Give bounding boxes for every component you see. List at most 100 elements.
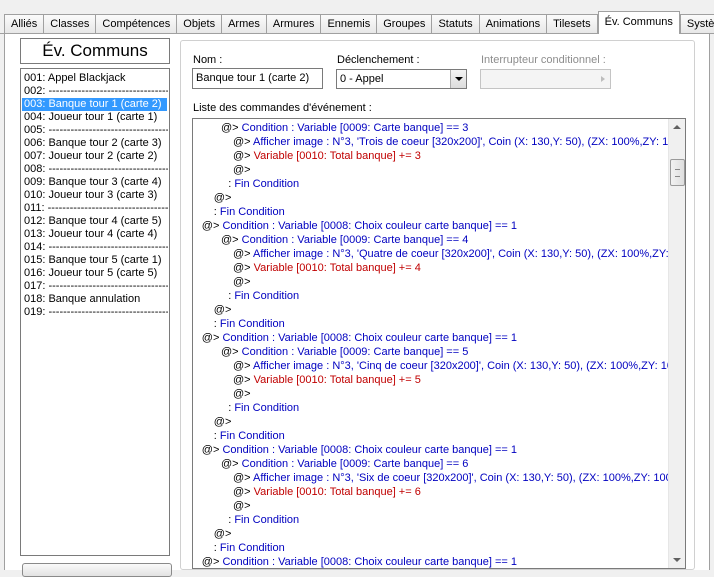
list-item[interactable]: 013: Joueur tour 4 (carte 4) bbox=[22, 228, 168, 241]
command-text: Afficher image : N°3, 'Quatre de coeur [… bbox=[253, 248, 669, 260]
scroll-up-icon[interactable] bbox=[669, 119, 685, 136]
chevron-down-icon[interactable] bbox=[450, 70, 466, 88]
list-item[interactable]: 019: -----------------------------------… bbox=[22, 306, 168, 319]
list-item[interactable]: 017: -----------------------------------… bbox=[22, 280, 168, 293]
list-item[interactable]: 016: Joueur tour 5 (carte 5) bbox=[22, 267, 168, 280]
list-item[interactable]: 006: Banque tour 2 (carte 3) bbox=[22, 137, 168, 150]
change-max-button[interactable] bbox=[22, 563, 172, 577]
command-row[interactable]: @> bbox=[214, 415, 232, 429]
command-text: Condition : Variable [0009: Carte banque… bbox=[241, 234, 469, 246]
command-row[interactable]: : Fin Condition bbox=[228, 289, 299, 303]
command-row[interactable]: @> Afficher image : N°3, 'Trois de coeur… bbox=[233, 135, 669, 149]
command-text: Fin Condition bbox=[219, 542, 285, 554]
list-item[interactable]: 012: Banque tour 4 (carte 5) bbox=[22, 215, 168, 228]
tab-9[interactable]: Animations bbox=[478, 14, 548, 34]
command-row[interactable]: @> bbox=[214, 527, 232, 541]
tab-10[interactable]: Tilesets bbox=[546, 14, 598, 34]
command-text: Afficher image : N°3, 'Cinq de coeur [32… bbox=[253, 360, 669, 372]
command-bullet: @> bbox=[221, 122, 242, 134]
list-item[interactable]: 010: Joueur tour 3 (carte 3) bbox=[22, 189, 168, 202]
command-row[interactable]: @> Condition : Variable [0008: Choix cou… bbox=[202, 219, 517, 233]
command-row[interactable]: : Fin Condition bbox=[228, 513, 299, 527]
command-bullet: @> bbox=[213, 528, 232, 540]
command-row[interactable]: @> Condition : Variable [0009: Carte ban… bbox=[221, 457, 468, 471]
command-row[interactable]: @> Condition : Variable [0008: Choix cou… bbox=[202, 443, 517, 457]
switch-label: Interrupteur conditionnel : bbox=[481, 54, 606, 66]
command-row[interactable]: @> bbox=[214, 191, 232, 205]
command-text: Fin Condition bbox=[234, 514, 300, 526]
list-item[interactable]: 015: Banque tour 5 (carte 1) bbox=[22, 254, 168, 267]
scroll-down-icon[interactable] bbox=[669, 551, 685, 568]
command-row[interactable]: @> bbox=[233, 163, 251, 177]
command-text: Afficher image : N°3, 'Trois de coeur [3… bbox=[253, 136, 669, 148]
command-row[interactable]: : Fin Condition bbox=[214, 429, 285, 443]
command-text: Fin Condition bbox=[219, 430, 285, 442]
command-row[interactable]: @> Afficher image : N°3, 'Cinq de coeur … bbox=[233, 359, 669, 373]
command-row[interactable]: : Fin Condition bbox=[228, 401, 299, 415]
command-text: Condition : Variable [0008: Choix couleu… bbox=[222, 332, 517, 344]
list-item[interactable]: 001: Appel Blackjack bbox=[22, 72, 168, 85]
command-row[interactable]: @> Variable [0010: Total banque] += 5 bbox=[233, 373, 421, 387]
list-item[interactable]: 002: -----------------------------------… bbox=[22, 85, 168, 98]
command-row[interactable]: : Fin Condition bbox=[214, 317, 285, 331]
command-row[interactable]: @> bbox=[233, 387, 251, 401]
command-row[interactable]: @> Condition : Variable [0008: Choix cou… bbox=[202, 555, 517, 568]
tab-1[interactable]: Classes bbox=[43, 14, 97, 34]
list-item[interactable]: 007: Joueur tour 2 (carte 2) bbox=[22, 150, 168, 163]
command-text: Variable [0010: Total banque] += 3 bbox=[253, 150, 421, 162]
tab-8[interactable]: Statuts bbox=[431, 14, 480, 34]
command-text: Fin Condition bbox=[234, 178, 300, 190]
tab-3[interactable]: Objets bbox=[176, 14, 223, 34]
tab-6[interactable]: Ennemis bbox=[320, 14, 378, 34]
command-bullet: @> bbox=[233, 486, 254, 498]
command-row[interactable]: @> Variable [0010: Total banque] += 4 bbox=[233, 261, 421, 275]
tab-7[interactable]: Groupes bbox=[376, 14, 433, 34]
command-row[interactable]: @> bbox=[233, 275, 251, 289]
command-bullet: @> bbox=[213, 192, 232, 204]
list-item[interactable]: 005: -----------------------------------… bbox=[22, 124, 168, 137]
tabs-container: Alliés Classes Compétences Objets Armes Armur… bbox=[4, 11, 714, 34]
tab-4[interactable]: Armes bbox=[221, 14, 267, 34]
command-bullet: @> bbox=[233, 472, 254, 484]
commands-scrollbar[interactable] bbox=[668, 119, 685, 568]
command-bullet: @> bbox=[201, 220, 223, 232]
list-item[interactable]: 011: -----------------------------------… bbox=[22, 202, 168, 215]
command-row[interactable]: : Fin Condition bbox=[228, 177, 299, 191]
tab-0[interactable]: Alliés bbox=[4, 14, 45, 34]
list-item[interactable]: 018: Banque annulation bbox=[22, 293, 168, 306]
tab-5[interactable]: Armures bbox=[265, 14, 322, 34]
scroll-thumb[interactable] bbox=[670, 159, 685, 186]
command-row[interactable]: : Fin Condition bbox=[214, 541, 285, 555]
command-row[interactable]: @> Condition : Variable [0008: Choix cou… bbox=[202, 331, 517, 345]
common-events-list[interactable]: 001: Appel Blackjack 002: ---------------… bbox=[20, 68, 170, 556]
command-row[interactable]: @> Condition : Variable [0009: Carte ban… bbox=[221, 121, 468, 135]
command-row[interactable]: @> Condition : Variable [0009: Carte ban… bbox=[221, 233, 468, 247]
command-bullet: @> bbox=[233, 164, 251, 176]
event-commands-list[interactable]: @> Condition : Variable [0009: Carte ban… bbox=[192, 118, 686, 569]
command-row[interactable]: @> Afficher image : N°3, 'Quatre de coeu… bbox=[233, 247, 669, 261]
command-text: Variable [0010: Total banque] += 4 bbox=[253, 262, 421, 274]
command-row[interactable]: @> Variable [0010: Total banque] += 3 bbox=[233, 149, 421, 163]
command-row[interactable]: @> Variable [0010: Total banque] += 6 bbox=[233, 485, 421, 499]
command-text: Fin Condition bbox=[219, 206, 285, 218]
name-input[interactable]: Banque tour 1 (carte 2) bbox=[192, 68, 323, 89]
command-row[interactable]: @> Condition : Variable [0009: Carte ban… bbox=[221, 345, 468, 359]
tab-12[interactable]: Système bbox=[679, 14, 714, 34]
tab-2[interactable]: Compétences bbox=[95, 14, 178, 34]
command-row[interactable]: @> Afficher image : N°3, 'Six de coeur [… bbox=[233, 471, 669, 485]
command-text: Condition : Variable [0008: Choix couleu… bbox=[222, 220, 517, 232]
trigger-select[interactable]: 0 - Appel bbox=[336, 69, 467, 89]
tab-11[interactable]: Év. Communs bbox=[597, 11, 680, 34]
command-bullet: @> bbox=[233, 262, 254, 274]
command-bullet: @> bbox=[201, 556, 223, 568]
command-text: Condition : Variable [0009: Carte banque… bbox=[241, 122, 469, 134]
list-item[interactable]: 009: Banque tour 3 (carte 4) bbox=[22, 176, 168, 189]
list-item[interactable]: 004: Joueur tour 1 (carte 1) bbox=[22, 111, 168, 124]
command-row[interactable]: : Fin Condition bbox=[214, 205, 285, 219]
list-item[interactable]: 014: -----------------------------------… bbox=[22, 241, 168, 254]
command-row[interactable]: @> bbox=[233, 499, 251, 513]
command-text: Condition : Variable [0008: Choix couleu… bbox=[222, 444, 517, 456]
list-item[interactable]: 008: -----------------------------------… bbox=[22, 163, 168, 176]
command-row[interactable]: @> bbox=[214, 303, 232, 317]
list-item[interactable]: 003: Banque tour 1 (carte 2) bbox=[22, 98, 167, 111]
